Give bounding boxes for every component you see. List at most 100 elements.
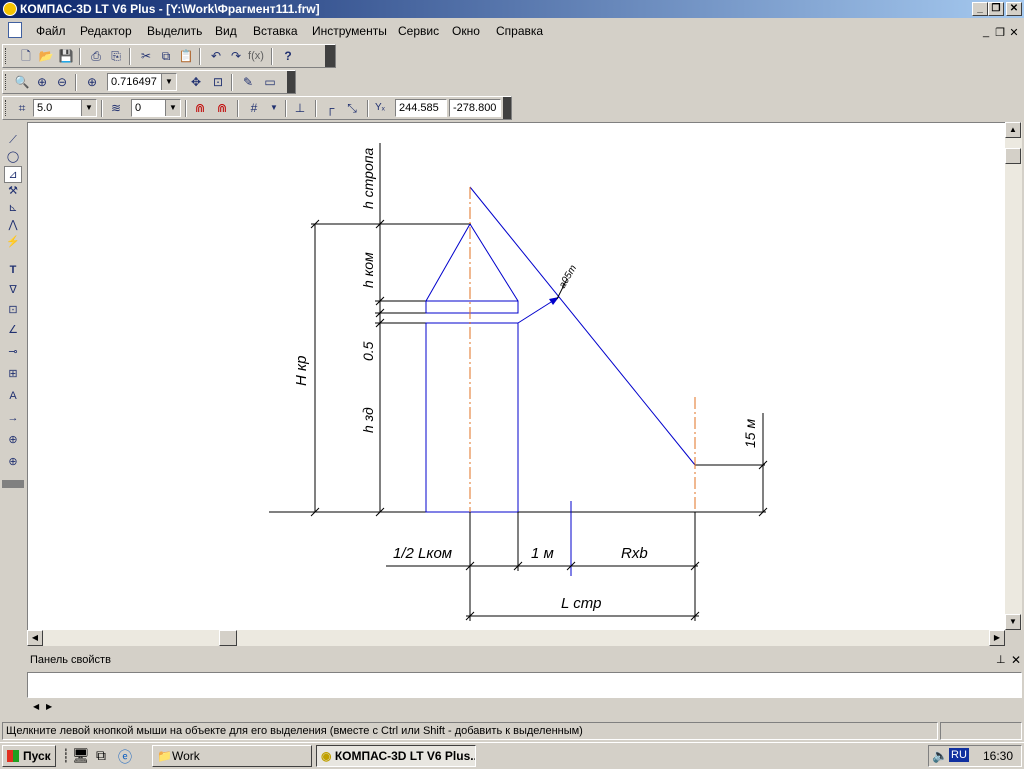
redraw-icon[interactable]: ✎ [239,73,257,91]
scroll-left-icon[interactable]: ◀ [27,630,43,646]
table-icon[interactable]: ⊞ [4,366,22,383]
drawing-canvas[interactable]: h стропа h ком 0.5 h зд H кр 15 м a05m 1… [27,122,1005,630]
display-icon[interactable]: ▭ [261,73,279,91]
layer-value: 0 [135,102,142,114]
context-help-icon[interactable]: ? [279,47,297,65]
cursor-step-icon[interactable]: ⌗ [13,99,31,117]
mdi-close-icon[interactable]: ✕ [1008,26,1020,39]
menu-window[interactable]: Окно [452,24,480,38]
vertical-scrollbar[interactable]: ▲ ▼ [1005,122,1022,630]
task-kompas[interactable]: ◉ КОМПАС-3D LT V6 Plus... [316,745,476,767]
paste-icon[interactable]: 📋 [177,47,195,65]
local-cs-icon[interactable]: ⊥ [291,99,309,117]
language-indicator[interactable]: RU [949,748,969,762]
select-icon[interactable]: ⚡ [4,234,22,251]
document-icon[interactable] [8,22,22,38]
snap-magnet-icon[interactable]: ⋒ [191,99,209,117]
center-mark-icon[interactable]: ⊕ [4,454,22,471]
menu-insert[interactable]: Вставка [253,24,298,38]
leader-icon[interactable]: ∠ [4,322,22,339]
tolerance-icon[interactable]: A [4,388,22,405]
pin-icon[interactable]: ⊥ [996,653,1006,666]
open-folder-icon[interactable]: 📂 [37,47,55,65]
restore-icon[interactable]: ❐ [988,2,1004,16]
scroll-thumb-horizontal[interactable] [219,630,237,646]
arrow-icon[interactable]: → [4,410,22,427]
roughness-icon[interactable]: ∇ [4,282,22,299]
start-button[interactable]: Пуск [2,745,56,767]
label-h-kr: H кр [293,356,310,386]
pan-icon[interactable]: ✥ [187,73,205,91]
horizontal-scrollbar[interactable]: ◀ ▶ [27,630,1005,646]
state-toolbar: ⌗ 5.0 ▼ ≋ 0 ▼ ⋒ ⋒ # ▼ ⊥ ┌ ⤡ Yₓ 244.585 -… [2,96,512,120]
base-icon[interactable]: ⊡ [4,302,22,319]
menu-editor[interactable]: Редактор [80,24,132,38]
edit-icon[interactable]: ⚒ [4,183,22,200]
scroll-right-icon[interactable]: ▶ [989,630,1005,646]
dimensions-icon[interactable]: ⊿ [4,166,22,183]
desktop-icon[interactable]: 🖥 [72,747,90,764]
menu-select[interactable]: Выделить [147,24,202,38]
mdi-restore-icon[interactable]: ❐ [994,26,1006,39]
scroll-up-icon[interactable]: ▲ [1005,122,1021,138]
text-icon[interactable]: T [4,262,22,279]
zoom-in-icon[interactable]: ⊕ [33,73,51,91]
chevron-down-icon[interactable]: ▼ [81,100,96,116]
properties-panel-body [27,672,1022,698]
new-file-icon[interactable]: 🗋 [17,47,35,65]
ie-icon[interactable]: ⓔ [118,747,132,767]
redo-icon[interactable]: ↷ [227,47,245,65]
save-icon[interactable]: 💾 [57,47,75,65]
layer-field[interactable]: 0 ▼ [131,99,181,117]
building-wall [425,322,519,513]
fillet-icon[interactable]: ⋀ [4,217,22,234]
parametric-icon[interactable]: ⤡ [343,99,361,117]
circle-icon[interactable]: ◯ [4,149,22,166]
volume-icon[interactable]: 🔈 [932,748,948,764]
panel-scroll-right-icon[interactable]: ▶ [46,702,52,711]
zoom-out-icon[interactable]: ⊖ [53,73,71,91]
mdi-minimize-icon[interactable]: _ [980,26,992,38]
print-icon[interactable]: ⎙ [87,47,105,65]
panel-scroll-left-icon[interactable]: ◀ [33,702,39,711]
layers-icon[interactable]: ≋ [107,99,125,117]
scroll-down-icon[interactable]: ▼ [1005,614,1021,630]
minimize-icon[interactable]: _ [972,2,988,16]
function-icon[interactable]: f(x) [247,47,265,65]
status-extra [940,722,1022,740]
menu-view[interactable]: Вид [215,24,237,38]
position-icon[interactable]: ⊸ [4,344,22,361]
menu-file[interactable]: Файл [36,24,66,38]
close-panel-icon[interactable]: ✕ [1011,653,1021,667]
step-field[interactable]: 5.0 ▼ [33,99,97,117]
copy-icon[interactable]: ⧉ [157,47,175,65]
menu-service[interactable]: Сервис [398,24,439,38]
measure-icon[interactable]: ⊾ [4,200,22,217]
coord-y-field[interactable]: -278.800 [449,99,501,117]
show-all-icon[interactable]: ⊡ [209,73,227,91]
print-preview-icon[interactable]: ⎘ [107,47,125,65]
zoom-scale-icon[interactable]: ⊕ [83,73,101,91]
zoom-window-icon[interactable]: 🔍 [13,73,31,91]
geometry-icon[interactable]: ⟋ [4,132,22,149]
zoom-field[interactable]: 0.716497 ▼ [107,73,177,91]
axis-icon[interactable]: ⊕ [4,432,22,449]
chevron-down-icon[interactable]: ▼ [165,100,180,116]
chevron-down-icon[interactable]: ▼ [265,99,283,117]
chevron-down-icon[interactable]: ▼ [161,74,176,90]
menu-tools[interactable]: Инструменты [312,24,387,38]
label-l-str: L стр [561,595,601,612]
switch-windows-icon[interactable]: ⧉ [96,747,106,764]
local-snap-magnet-icon[interactable]: ⋒ [213,99,231,117]
windows-logo-icon [7,750,19,762]
coord-x-field[interactable]: 244.585 [395,99,447,117]
cut-icon[interactable]: ✂ [137,47,155,65]
standard-toolbar: 🗋 📂 💾 ⎙ ⎘ ✂ ⧉ 📋 ↶ ↷ f(x) ? [2,44,336,68]
undo-icon[interactable]: ↶ [207,47,225,65]
close-icon[interactable]: ✕ [1006,2,1022,16]
ortho-icon[interactable]: ┌ [321,99,339,117]
grid-icon[interactable]: # [245,99,263,117]
scroll-thumb-vertical[interactable] [1005,148,1021,164]
task-work[interactable]: 📁Work [152,745,312,767]
menu-help[interactable]: Справка [496,24,543,38]
